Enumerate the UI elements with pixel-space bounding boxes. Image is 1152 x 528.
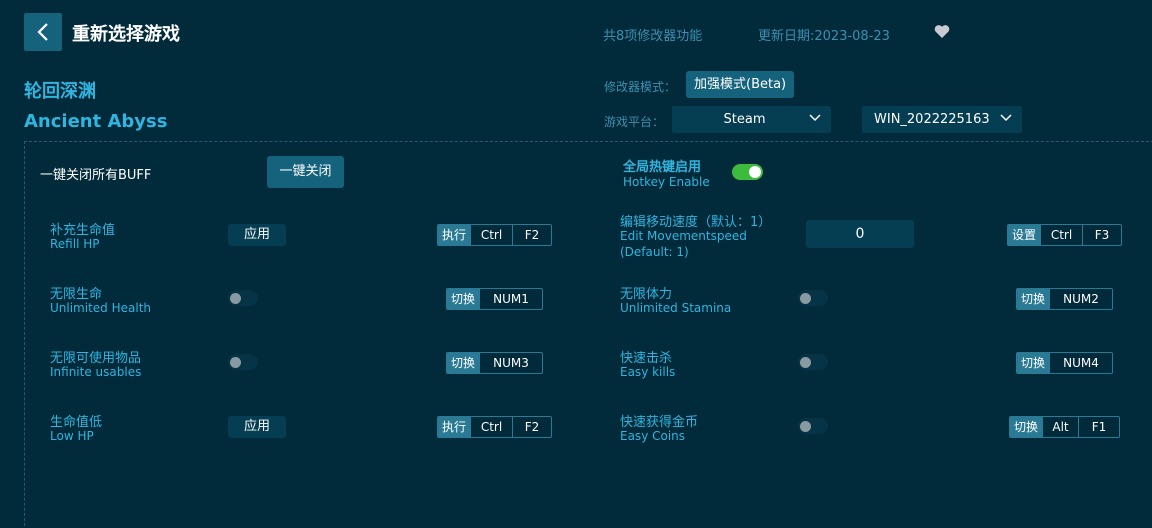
- hotkey-tag: 设置: [1008, 225, 1041, 245]
- feature-unlimited-stamina-en: Unlimited Stamina: [620, 301, 732, 315]
- mode-button[interactable]: 加强模式(Beta): [686, 71, 795, 98]
- toggle-knob: [800, 357, 811, 368]
- feature-low-hp-en: Low HP: [50, 429, 94, 443]
- feature-movespeed-default: (Default: 1): [620, 245, 689, 259]
- low-hp-hotkey[interactable]: 执行 Ctrl F2: [437, 416, 552, 438]
- feature-unlimited-health-en: Unlimited Health: [50, 301, 152, 315]
- buff-label: 一键关闭所有BUFF: [40, 168, 152, 183]
- mode-label: 修改器模式：: [604, 80, 677, 94]
- feature-refill-hp-cn: 补充生命值: [50, 223, 116, 238]
- unlimited-stamina-toggle[interactable]: [798, 290, 828, 306]
- feature-low-hp-cn: 生命值低: [50, 415, 103, 430]
- version-value: WIN_20222251​63: [874, 112, 990, 127]
- page-title: 重新选择游戏: [72, 24, 180, 45]
- hotkey-key: F3: [1082, 225, 1121, 245]
- update-date: 更新日期:2023-08-23: [758, 29, 890, 44]
- toggle-knob: [800, 421, 811, 432]
- hotkey-key: Ctrl: [470, 225, 512, 245]
- hotkey-toggle[interactable]: [732, 164, 763, 180]
- unlimited-health-toggle[interactable]: [228, 290, 258, 306]
- feature-easy-coins-en: Easy Coins: [620, 429, 686, 443]
- movespeed-input[interactable]: 0: [806, 220, 914, 248]
- feature-unlimited-stamina-cn: 无限体力: [620, 287, 673, 302]
- hotkey-tag: 执行: [438, 417, 471, 437]
- platform-value: Steam: [723, 112, 766, 127]
- chevron-down-icon: [809, 114, 821, 122]
- unlimited-stamina-hotkey[interactable]: 切换 NUM2: [1016, 288, 1113, 310]
- hotkey-key: NUM3: [479, 353, 542, 373]
- feature-easy-kills-en: Easy kills: [620, 365, 676, 379]
- hotkey-key: Alt: [1042, 417, 1078, 437]
- toggle-knob: [800, 293, 811, 304]
- hotkey-tag: 切换: [1017, 289, 1050, 309]
- toggle-knob: [230, 357, 241, 368]
- easy-kills-toggle[interactable]: [798, 354, 828, 370]
- hotkey-key: NUM4: [1049, 353, 1112, 373]
- back-button[interactable]: [24, 13, 62, 51]
- chevron-down-icon: [1000, 114, 1012, 122]
- back-arrow-icon: [37, 23, 48, 41]
- toggle-knob: [749, 166, 761, 178]
- hotkey-tag: 切换: [1017, 353, 1050, 373]
- infinite-usables-toggle[interactable]: [228, 354, 258, 370]
- features-panel: [24, 141, 1152, 528]
- hotkey-tag: 执行: [438, 225, 471, 245]
- version-select[interactable]: WIN_20222251​63: [862, 106, 1022, 133]
- hotkey-key: F2: [512, 417, 551, 437]
- refill-hp-hotkey[interactable]: 执行 Ctrl F2: [437, 224, 552, 246]
- hotkey-tag: 切换: [447, 289, 480, 309]
- easy-coins-toggle[interactable]: [798, 418, 828, 434]
- feature-infinite-usables-en: Infinite usables: [50, 365, 142, 379]
- hotkey-tag: 切换: [447, 353, 480, 373]
- toggle-knob: [230, 293, 241, 304]
- hotkey-label-en: Hotkey Enable: [623, 175, 710, 189]
- hotkey-key: F2: [512, 225, 551, 245]
- feature-easy-coins-cn: 快速获得金币: [620, 415, 699, 430]
- easy-coins-hotkey[interactable]: 切换 Alt F1: [1009, 416, 1120, 438]
- feature-refill-hp-en: Refill HP: [50, 237, 100, 251]
- hotkey-key: Ctrl: [470, 417, 512, 437]
- easy-kills-hotkey[interactable]: 切换 NUM4: [1016, 352, 1113, 374]
- game-name-cn: 轮回深渊: [24, 81, 96, 102]
- hotkey-label-cn: 全局热键启用: [623, 160, 702, 175]
- hotkey-key: Ctrl: [1040, 225, 1082, 245]
- feature-count: 共8项修改器功能: [603, 29, 703, 44]
- infinite-usables-hotkey[interactable]: 切换 NUM3: [446, 352, 543, 374]
- refill-hp-apply-button[interactable]: 应用: [228, 224, 286, 246]
- low-hp-apply-button[interactable]: 应用: [228, 416, 286, 438]
- unlimited-health-hotkey[interactable]: 切换 NUM1: [446, 288, 543, 310]
- favorite-button[interactable]: [934, 24, 950, 43]
- movespeed-hotkey[interactable]: 设置 Ctrl F3: [1007, 224, 1122, 246]
- hotkey-key: F1: [1078, 417, 1119, 437]
- hotkey-tag: 切换: [1010, 417, 1043, 437]
- platform-label: 游戏平台：: [604, 115, 665, 129]
- game-name-en: Ancient Abyss: [24, 111, 168, 132]
- feature-infinite-usables-cn: 无限可使用物品: [50, 351, 142, 366]
- feature-movespeed-cn: 编辑移动速度（默认：1）: [620, 215, 772, 230]
- hotkey-key: NUM2: [1049, 289, 1112, 309]
- platform-select[interactable]: Steam: [672, 106, 831, 133]
- heart-icon: [934, 25, 950, 38]
- feature-easy-kills-cn: 快速击杀: [620, 351, 673, 366]
- feature-movespeed-en: Edit Movementspeed: [620, 229, 747, 243]
- feature-unlimited-health-cn: 无限生命: [50, 287, 103, 302]
- onekey-close-button[interactable]: 一键关闭: [267, 156, 344, 188]
- hotkey-key: NUM1: [479, 289, 542, 309]
